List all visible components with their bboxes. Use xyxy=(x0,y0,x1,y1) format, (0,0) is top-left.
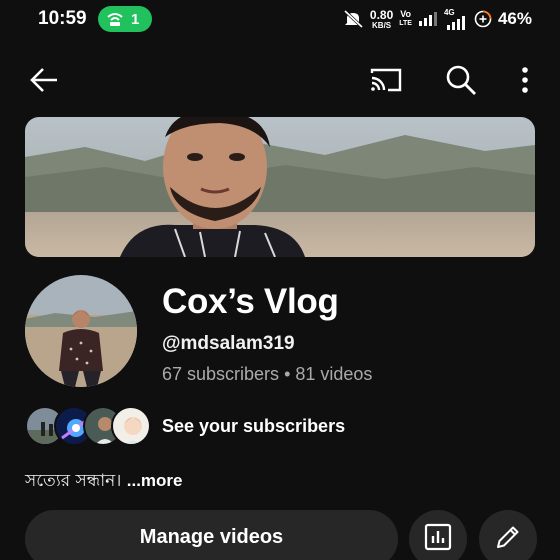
channel-avatar[interactable] xyxy=(25,275,137,387)
more-vert-icon xyxy=(522,67,528,93)
more-options-button[interactable] xyxy=(505,58,545,102)
see-subscribers-link[interactable]: See your subscribers xyxy=(162,416,345,437)
analytics-icon xyxy=(424,523,452,551)
banner-image xyxy=(25,117,535,257)
status-bar: 10:59 1 0.80 KB/S Vo LTE 4G 46% xyxy=(0,0,560,40)
stats-separator: • xyxy=(284,364,291,384)
back-button[interactable] xyxy=(24,58,64,102)
signal-icon xyxy=(418,12,437,26)
video-count: 81 videos xyxy=(295,364,373,384)
battery-saver-icon xyxy=(474,10,492,28)
signal-4g-icon xyxy=(446,16,465,30)
description-text: সত্যের সন্ধান। xyxy=(25,471,127,491)
analytics-button[interactable] xyxy=(409,510,467,560)
status-time: 10:59 xyxy=(38,8,87,29)
volte-bottom: LTE xyxy=(399,20,412,27)
cast-icon xyxy=(370,68,402,92)
channel-banner[interactable] xyxy=(25,117,535,257)
search-button[interactable] xyxy=(441,58,481,102)
network-speed: 0.80 KB/S xyxy=(370,9,393,30)
status-icons: 0.80 KB/S Vo LTE 4G 46% xyxy=(342,6,532,32)
channel-name: Cox’s Vlog xyxy=(162,282,339,321)
speed-unit: KB/S xyxy=(372,20,392,30)
speed-value: 0.80 xyxy=(369,7,394,22)
subscriber-avatar xyxy=(111,406,151,446)
signal-4g: 4G xyxy=(444,8,468,30)
app-bar xyxy=(0,58,560,104)
mute-icon xyxy=(343,9,363,29)
subscriber-avatars[interactable] xyxy=(25,406,151,446)
channel-stats: 67 subscribers • 81 videos xyxy=(162,364,372,385)
hotspot-indicator: 1 xyxy=(98,6,152,32)
volte-indicator: Vo LTE xyxy=(399,10,412,28)
volte-top: Vo xyxy=(400,9,412,19)
subscriber-count: 67 subscribers xyxy=(162,364,280,384)
edit-channel-button[interactable] xyxy=(479,510,537,560)
manage-videos-button[interactable]: Manage videos xyxy=(25,510,398,560)
back-arrow-icon xyxy=(30,68,57,92)
battery-percentage: 46% xyxy=(497,9,532,28)
hotspot-icon xyxy=(107,13,123,26)
cast-button[interactable] xyxy=(366,58,406,102)
channel-handle: @mdsalam319 xyxy=(162,333,295,354)
search-icon xyxy=(446,65,476,95)
hotspot-count: 1 xyxy=(131,10,140,28)
channel-description[interactable]: সত্যের সন্ধান। ...more xyxy=(25,468,183,496)
edit-pencil-icon xyxy=(497,526,519,548)
avatar-image xyxy=(25,275,137,387)
description-more-link[interactable]: ...more xyxy=(127,471,183,490)
